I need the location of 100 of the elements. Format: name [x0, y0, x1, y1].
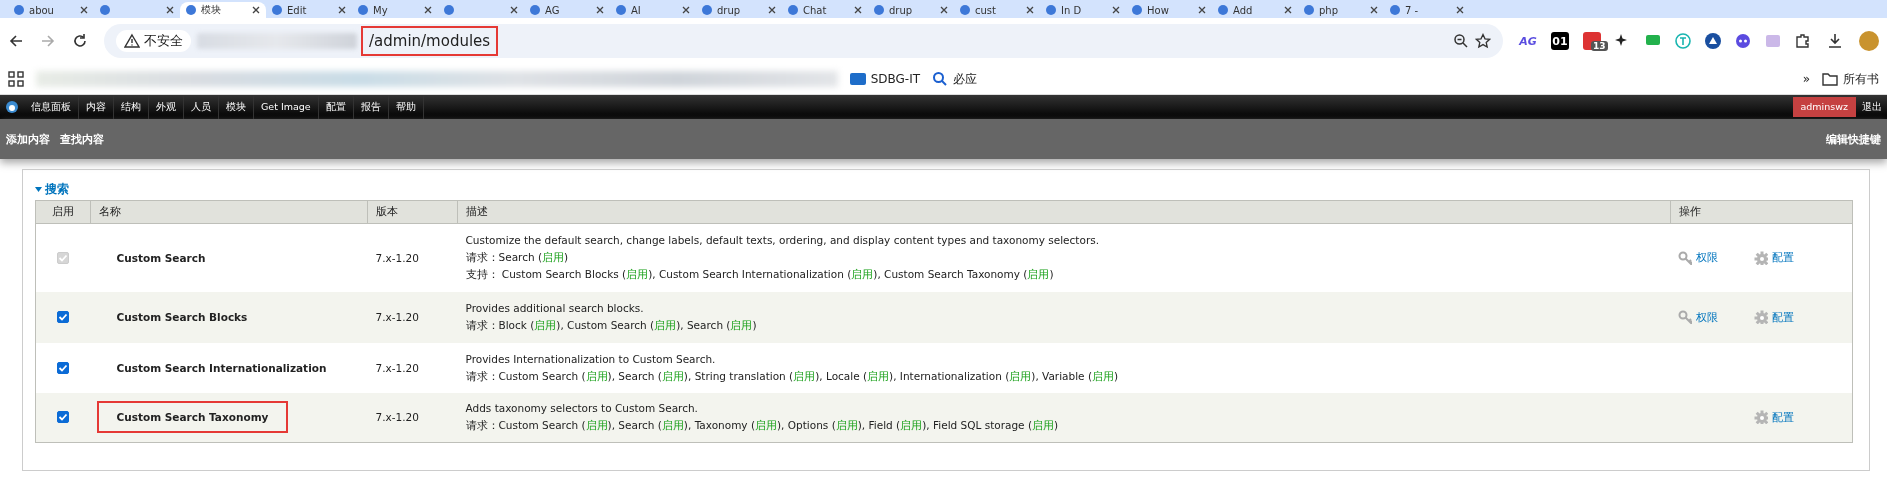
- dependency-list: 请求：Custom Search (启用), Search (启用), Taxonomy (启用), Options (启用), Field (启用), Field SQL storage (启用): [465, 417, 1662, 435]
- zoom-icon[interactable]: [1453, 33, 1469, 49]
- fieldset-legend[interactable]: 搜索: [35, 180, 69, 198]
- logout-link[interactable]: 退出: [1856, 100, 1887, 114]
- module-name: Custom Search Taxonomy: [98, 403, 287, 432]
- close-icon[interactable]: [80, 6, 88, 14]
- close-icon[interactable]: [166, 6, 174, 14]
- robot-icon[interactable]: [1735, 33, 1751, 49]
- all-bookmarks[interactable]: 所有书: [1822, 70, 1879, 88]
- drupal-logo-icon[interactable]: [5, 99, 19, 113]
- close-icon[interactable]: [252, 6, 260, 14]
- browser-tab[interactable]: php: [1298, 2, 1384, 18]
- shortcut-link[interactable]: 查找内容: [60, 131, 104, 147]
- dependency-list: 支持： Custom Search Blocks (启用), Custom Search Internationalization (启用), Custom Search Taxonomy (启用): [465, 266, 1662, 284]
- browser-tab[interactable]: Chat: [782, 2, 868, 18]
- browser-tab[interactable]: My: [352, 2, 438, 18]
- version-cell: 7.x-1.20: [367, 392, 458, 443]
- key-icon: [1678, 310, 1692, 324]
- close-icon[interactable]: [940, 6, 948, 14]
- tab-favicon: [960, 5, 970, 15]
- back-icon[interactable]: [8, 33, 24, 49]
- checkbox[interactable]: [57, 311, 70, 323]
- module-description: Adds taxonomy selectors to Custom Search.: [465, 401, 699, 417]
- column-header: 操作: [1670, 200, 1853, 224]
- browser-tab[interactable]: AG: [524, 2, 610, 18]
- close-icon[interactable]: [424, 6, 432, 14]
- download-icon[interactable]: [1827, 33, 1843, 49]
- tab-favicon: [1132, 5, 1142, 15]
- browser-tab[interactable]: Edit: [266, 2, 352, 18]
- close-icon[interactable]: [1456, 6, 1464, 14]
- bookmark[interactable]: 必应: [932, 70, 978, 88]
- module-name: Custom Search Internationalization: [115, 360, 328, 376]
- close-icon[interactable]: [768, 6, 776, 14]
- tab-favicon: [358, 5, 368, 15]
- checkbox[interactable]: [57, 361, 70, 374]
- close-icon[interactable]: [1026, 6, 1034, 14]
- column-header: 名称: [90, 200, 368, 224]
- close-icon[interactable]: [338, 6, 346, 14]
- close-icon[interactable]: [596, 6, 604, 14]
- browser-tab[interactable]: 7 -: [1384, 2, 1470, 18]
- close-icon[interactable]: [1198, 6, 1206, 14]
- bookmark[interactable]: SDBG-IT: [849, 71, 921, 87]
- browser-tab[interactable]: drup: [696, 2, 782, 18]
- profile-avatar[interactable]: [1859, 31, 1879, 51]
- browser-tab[interactable]: AI: [610, 2, 696, 18]
- t-circle-icon[interactable]: [1675, 33, 1691, 49]
- browser-tab[interactable]: drup: [868, 2, 954, 18]
- dependency-list: 请求：Search (启用): [465, 249, 1662, 267]
- module-description: Customize the default search, change labels, default texts, ordering, and display content types and taxonomy selectors.: [465, 233, 1101, 249]
- close-icon[interactable]: [510, 6, 518, 14]
- column-header: 描述: [457, 200, 1670, 224]
- badge-count: 13: [1591, 41, 1608, 51]
- module-description: Provides additional search blocks.: [465, 301, 645, 316]
- close-icon[interactable]: [682, 6, 690, 14]
- browser-tab[interactable]: 模块: [180, 2, 266, 18]
- version-cell: 7.x-1.20: [367, 291, 458, 343]
- user-link[interactable]: adminswz: [1792, 97, 1856, 117]
- close-icon[interactable]: [1370, 6, 1378, 14]
- extension-icon[interactable]: AG: [1519, 32, 1537, 50]
- tab-favicon: [186, 5, 196, 15]
- tab-favicon: [530, 5, 540, 15]
- tab-favicon: [874, 5, 884, 15]
- tab-favicon: [1304, 5, 1314, 15]
- browser-tab[interactable]: How: [1126, 2, 1212, 18]
- search-icon: [932, 71, 949, 87]
- column-header: 版本: [367, 200, 458, 224]
- star-icon[interactable]: [1475, 33, 1491, 49]
- close-icon[interactable]: [1284, 6, 1292, 14]
- extension-icon[interactable]: 01: [1551, 32, 1569, 50]
- tab-favicon: [444, 5, 454, 15]
- edit-shortcuts-link[interactable]: 编辑快捷键: [1826, 131, 1881, 147]
- address-bar[interactable]: 不安全 /admin/modules: [104, 24, 1503, 58]
- tab-favicon: [100, 5, 110, 15]
- browser-tab[interactable]: cust: [954, 2, 1040, 18]
- url-path: /admin/modules: [363, 28, 497, 54]
- security-label: 不安全: [144, 32, 183, 50]
- browser-tab[interactable]: In D: [1040, 2, 1126, 18]
- browser-tab[interactable]: Add: [1212, 2, 1298, 18]
- close-icon[interactable]: [854, 6, 862, 14]
- extensions-icon[interactable]: [1795, 33, 1811, 49]
- module-description: Provides Internationalization to Custom Search.: [465, 351, 717, 367]
- shortcut-link[interactable]: 添加内容: [6, 131, 50, 147]
- browser-tab[interactable]: abou: [8, 2, 94, 18]
- tab-favicon: [1218, 5, 1228, 15]
- close-icon[interactable]: [1112, 6, 1120, 14]
- key-icon: [1678, 250, 1692, 265]
- tab-favicon: [272, 5, 282, 15]
- reload-icon[interactable]: [72, 33, 88, 49]
- column-header: 启用: [35, 200, 91, 224]
- gear-icon: [1754, 310, 1768, 324]
- tab-favicon: [14, 5, 24, 15]
- security-chip[interactable]: 不安全: [116, 30, 191, 52]
- module-name: Custom Search Blocks: [115, 310, 249, 325]
- apps-icon[interactable]: [8, 71, 24, 87]
- checkbox[interactable]: [57, 411, 70, 424]
- dependency-list: 请求：Block (启用), Custom Search (启用), Search (启用): [465, 317, 1662, 334]
- gear-icon: [1754, 250, 1768, 265]
- folder-icon: [1822, 71, 1838, 87]
- bookmarks-overflow[interactable]: »: [1802, 72, 1810, 86]
- warning-icon: [124, 33, 140, 49]
